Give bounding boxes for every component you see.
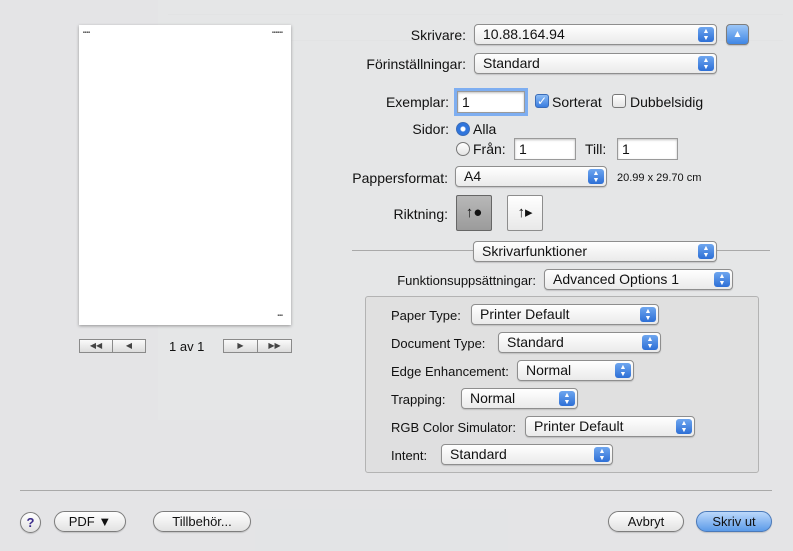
orientation-label: Riktning: (393, 206, 448, 222)
paper-type-select[interactable]: Printer Default ▲ ▼ (471, 304, 659, 325)
presets-label: Förinställningar: (366, 56, 466, 72)
presets-value: Standard (483, 55, 540, 71)
feature-set-value: Advanced Options 1 (553, 271, 680, 287)
print-button[interactable]: Skriv ut (696, 511, 772, 532)
edge-enhancement-label: Edge Enhancement: (391, 364, 509, 379)
paper-dimensions: 20.99 x 29.70 cm (617, 172, 702, 184)
intent-value: Standard (450, 446, 507, 462)
paper-type-label: Paper Type: (391, 308, 461, 323)
feature-set-select[interactable]: Advanced Options 1 ▲ ▼ (544, 269, 733, 290)
collated-checkbox[interactable]: ✓ (535, 94, 549, 108)
pages-to-label: Till: (585, 141, 607, 157)
updown-arrows-icon: ▲ ▼ (642, 335, 658, 350)
updown-arrows-icon: ▲ ▼ (676, 419, 692, 434)
updown-arrows-icon: ▲ ▼ (588, 169, 604, 184)
pages-to-input[interactable]: 1 (617, 138, 678, 160)
edge-enhancement-select[interactable]: Normal ▲ ▼ (517, 360, 634, 381)
printer-select[interactable]: 10.88.164.94 ▲ ▼ (474, 24, 717, 45)
collapse-dialog-button[interactable]: ▲ (726, 24, 749, 45)
page-preview: ■■■■ ■■■■■■ ■■■ (79, 25, 291, 325)
help-button[interactable]: ? (20, 512, 41, 533)
cancel-button[interactable]: Avbryt (608, 511, 684, 532)
print-dialog: ■■■■ ■■■■■■ ■■■ ◀◀ ◀ 1 av 1 ▶ ▶▶ Skrivar… (0, 0, 793, 551)
first-page-button[interactable]: ◀◀ (79, 339, 113, 353)
section-select[interactable]: Skrivarfunktioner ▲ ▼ (473, 241, 717, 262)
paper-size-value: A4 (464, 168, 482, 184)
pages-from-label: Från: (473, 141, 506, 157)
trapping-select[interactable]: Normal ▲ ▼ (461, 388, 578, 409)
document-type-select[interactable]: Standard ▲ ▼ (498, 332, 661, 353)
section-value: Skrivarfunktioner (482, 243, 588, 259)
updown-arrows-icon: ▲ ▼ (594, 447, 610, 462)
page-count: 1 av 1 (169, 339, 205, 354)
copies-label: Exemplar: (385, 94, 449, 110)
supplies-button[interactable]: Tillbehör... (153, 511, 251, 532)
trapping-value: Normal (470, 390, 516, 406)
pdf-menu-button[interactable]: PDF ▼ (54, 511, 126, 532)
trapping-label: Trapping: (391, 392, 446, 407)
edge-enhancement-value: Normal (526, 362, 572, 378)
intent-label: Intent: (391, 448, 428, 463)
feature-set-label: Funktionsuppsättningar: (397, 273, 536, 288)
updown-arrows-icon: ▲ ▼ (698, 56, 714, 71)
document-type-value: Standard (507, 334, 564, 350)
printer-value: 10.88.164.94 (483, 26, 565, 42)
document-type-label: Document Type: (391, 336, 486, 351)
portrait-icon: ↑● (465, 204, 483, 221)
copies-input[interactable]: 1 (454, 88, 528, 116)
portrait-orientation-button[interactable]: ↑● (456, 195, 492, 231)
updown-arrows-icon: ▲ ▼ (559, 391, 575, 406)
pages-all-label: Alla (473, 121, 497, 137)
updown-arrows-icon: ▲ ▼ (714, 272, 730, 287)
presets-select[interactable]: Standard ▲ ▼ (474, 53, 717, 74)
paper-size-label: Pappersformat: (352, 170, 448, 186)
pages-all-radio[interactable] (456, 122, 470, 136)
intent-select[interactable]: Standard ▲ ▼ (441, 444, 613, 465)
paper-size-select[interactable]: A4 ▲ ▼ (455, 166, 607, 187)
rgb-color-simulator-label: RGB Color Simulator: (391, 420, 516, 435)
landscape-orientation-button[interactable]: ↑▸ (507, 195, 543, 231)
updown-arrows-icon: ▲ ▼ (698, 27, 714, 42)
paper-type-value: Printer Default (480, 306, 570, 322)
updown-arrows-icon: ▲ ▼ (615, 363, 631, 378)
next-page-button[interactable]: ▶ (223, 339, 258, 353)
footer-divider (20, 490, 772, 491)
collated-label: Sorterat (552, 94, 602, 110)
pages-label: Sidor: (412, 121, 449, 137)
rgb-color-simulator-select[interactable]: Printer Default ▲ ▼ (525, 416, 695, 437)
updown-arrows-icon: ▲ ▼ (640, 307, 656, 322)
updown-arrows-icon: ▲ ▼ (698, 244, 714, 259)
duplex-label: Dubbelsidig (630, 94, 704, 110)
rgb-color-simulator-value: Printer Default (534, 418, 624, 434)
last-page-button[interactable]: ▶▶ (257, 339, 292, 353)
printer-label: Skrivare: (410, 27, 466, 43)
landscape-icon: ↑▸ (517, 204, 533, 221)
prev-page-button[interactable]: ◀ (112, 339, 146, 353)
pages-from-input[interactable]: 1 (514, 138, 576, 160)
pages-from-radio[interactable] (456, 142, 470, 156)
triangle-up-icon: ▲ (732, 29, 743, 40)
duplex-checkbox[interactable] (612, 94, 626, 108)
